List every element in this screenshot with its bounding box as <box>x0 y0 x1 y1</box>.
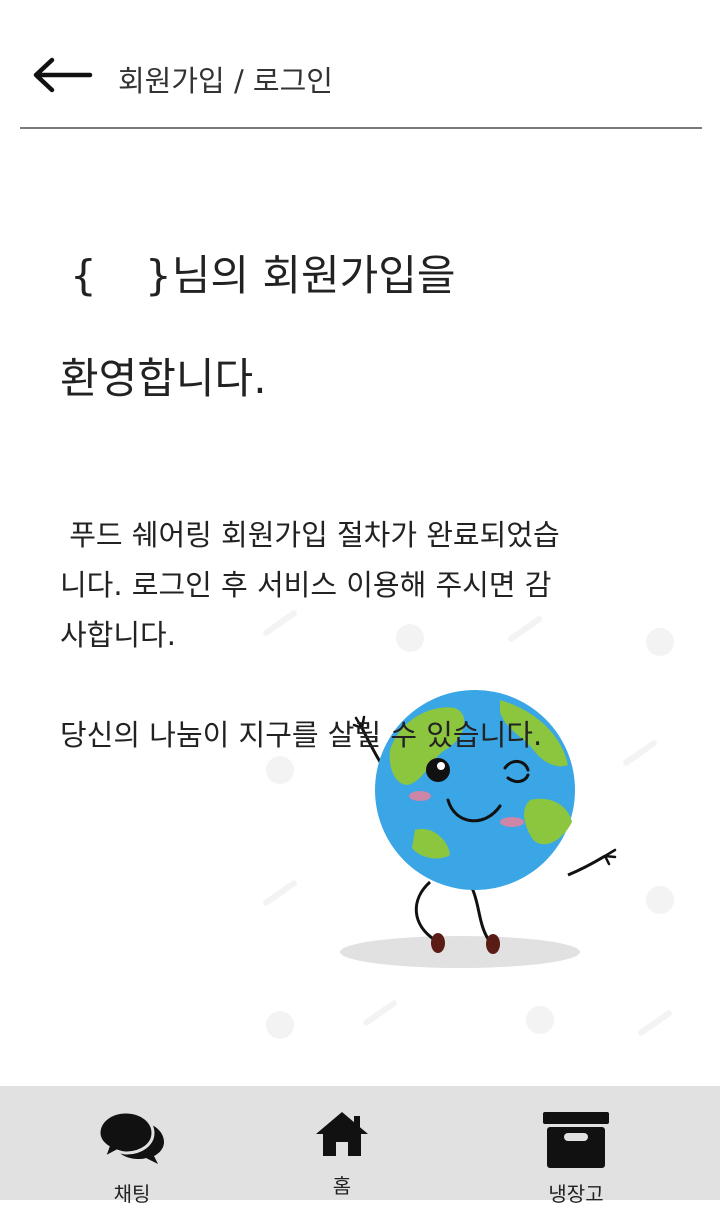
arrow-left-icon <box>33 57 93 93</box>
tab-fridge-label: 냉장고 <box>548 1182 604 1206</box>
welcome-line-1-text: }님의 회원가입을 <box>145 251 456 300</box>
tab-home[interactable]: 홈 <box>262 1086 422 1200</box>
welcome-heading: { }님의 회원가입을 환영합니다. <box>60 224 456 430</box>
message-line-1: 푸드 쉐어링 회원가입 절차가 완료되었습 <box>60 510 660 560</box>
home-icon <box>316 1112 368 1156</box>
welcome-line-1: { }님의 회원가입을 <box>60 224 456 327</box>
bottom-tab-bar: 채팅 홈 냉장고 <box>0 1086 720 1206</box>
message-line-2: 니다. 로그인 후 서비스 이용해 주시면 감 <box>60 568 552 602</box>
message-line-3: 사합니다. <box>60 618 176 652</box>
username-brace-open: { <box>70 251 97 300</box>
tab-home-label: 홈 <box>332 1174 352 1198</box>
message-gap <box>60 660 660 710</box>
back-button[interactable] <box>28 52 94 98</box>
chat-bubbles-icon <box>98 1110 164 1164</box>
tab-chat[interactable]: 채팅 <box>52 1086 212 1206</box>
tab-chat-label: 채팅 <box>113 1182 151 1206</box>
tab-fridge[interactable]: 냉장고 <box>496 1086 656 1206</box>
message-line-1-text: 푸드 쉐어링 회원가입 절차가 완료되었습 <box>69 518 560 552</box>
page-title: 회원가입 / 로그인 <box>118 64 333 98</box>
header: 회원가입 / 로그인 <box>0 0 720 129</box>
archive-box-icon <box>543 1112 609 1168</box>
message-line-4: 당신의 나눔이 지구를 살릴 수 있습니다. <box>60 718 543 752</box>
completion-message: 푸드 쉐어링 회원가입 절차가 완료되었습 니다. 로그인 후 서비스 이용해 … <box>60 510 660 760</box>
header-divider <box>20 127 702 129</box>
welcome-line-2: 환영합니다. <box>60 354 267 403</box>
